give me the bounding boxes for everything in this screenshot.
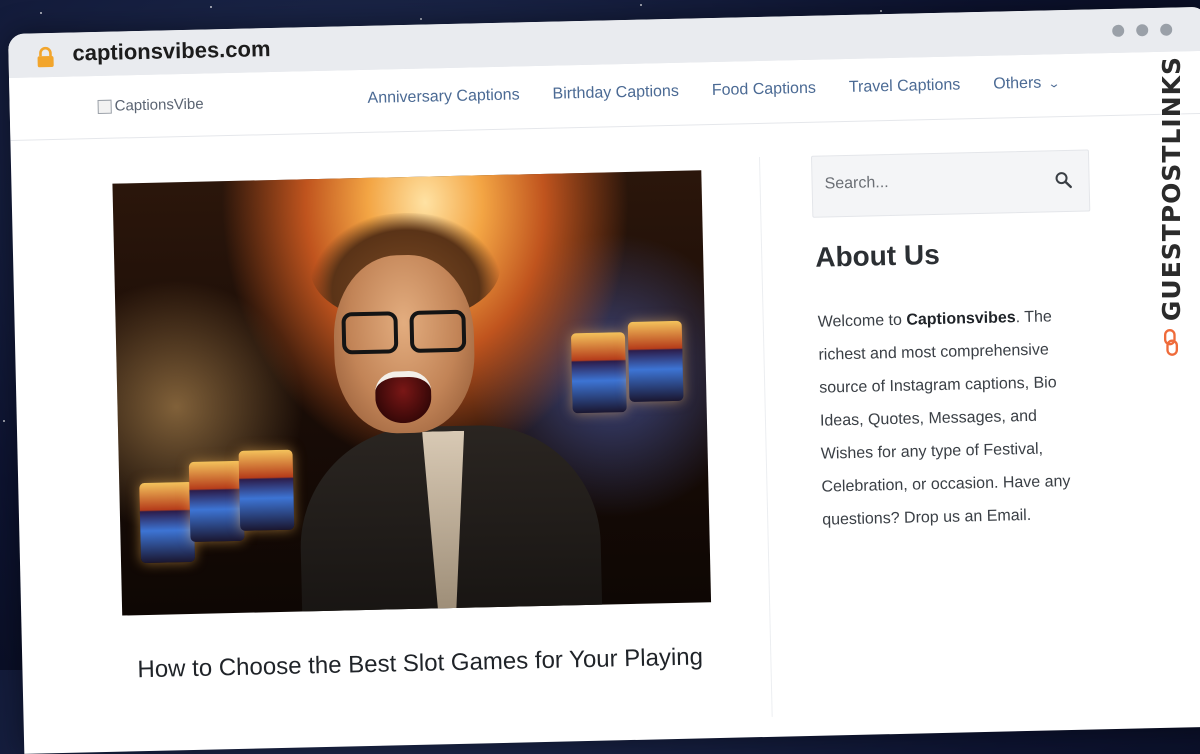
about-text-body: . The richest and most comprehensive sou… — [818, 308, 1071, 529]
post-featured-image[interactable] — [112, 170, 712, 616]
sidebar-divider — [758, 156, 773, 717]
about-heading: About Us — [814, 238, 941, 273]
lock-icon — [37, 46, 54, 68]
main-nav: Anniversary Captions Birthday Captions F… — [367, 74, 1061, 108]
chevron-down-icon: ⌄ — [1047, 77, 1061, 90]
address-bar-url[interactable]: captionsvibes.com — [72, 36, 271, 66]
nav-link-label: Food Captions — [711, 79, 817, 100]
site-logo[interactable]: CaptionsVibe — [97, 95, 204, 115]
nav-link-label: Anniversary Captions — [367, 86, 520, 107]
about-text-intro: Welcome to — [817, 311, 907, 331]
broken-image-icon — [97, 99, 112, 114]
link-chain-icon — [1163, 329, 1179, 356]
browser-window: captionsvibes.com CaptionsVibe Anniversa… — [8, 6, 1200, 754]
site-logo-alt-text: CaptionsVibe — [114, 95, 204, 115]
nav-link-travel[interactable]: Travel Captions — [849, 76, 961, 97]
nav-link-others[interactable]: Others ⌄ — [993, 74, 1061, 93]
nav-link-label: Others — [993, 74, 1042, 93]
search-icon[interactable] — [1054, 171, 1072, 189]
about-brand-name: Captionsvibes — [906, 309, 1016, 329]
window-controls — [1112, 23, 1173, 37]
nav-link-label: Travel Captions — [848, 76, 961, 96]
nav-link-food[interactable]: Food Captions — [712, 80, 816, 100]
about-text: Welcome to Captionsvibes. The richest an… — [817, 300, 1094, 537]
search-form — [810, 149, 1091, 218]
guestpostlinks-watermark: GUESTPOSTLINKS — [1148, 56, 1194, 356]
nav-link-birthday[interactable]: Birthday Captions — [552, 83, 679, 104]
nav-link-anniversary[interactable]: Anniversary Captions — [367, 86, 519, 107]
watermark-text: GUESTPOSTLINKS — [1156, 56, 1186, 322]
search-input[interactable] — [824, 170, 1035, 194]
window-control-dot[interactable] — [1136, 24, 1149, 37]
post-title[interactable]: How to Choose the Best Slot Games for Yo… — [137, 643, 737, 685]
nav-link-label: Birthday Captions — [552, 82, 680, 103]
window-control-dot[interactable] — [1112, 24, 1125, 37]
window-control-dot[interactable] — [1160, 23, 1173, 36]
